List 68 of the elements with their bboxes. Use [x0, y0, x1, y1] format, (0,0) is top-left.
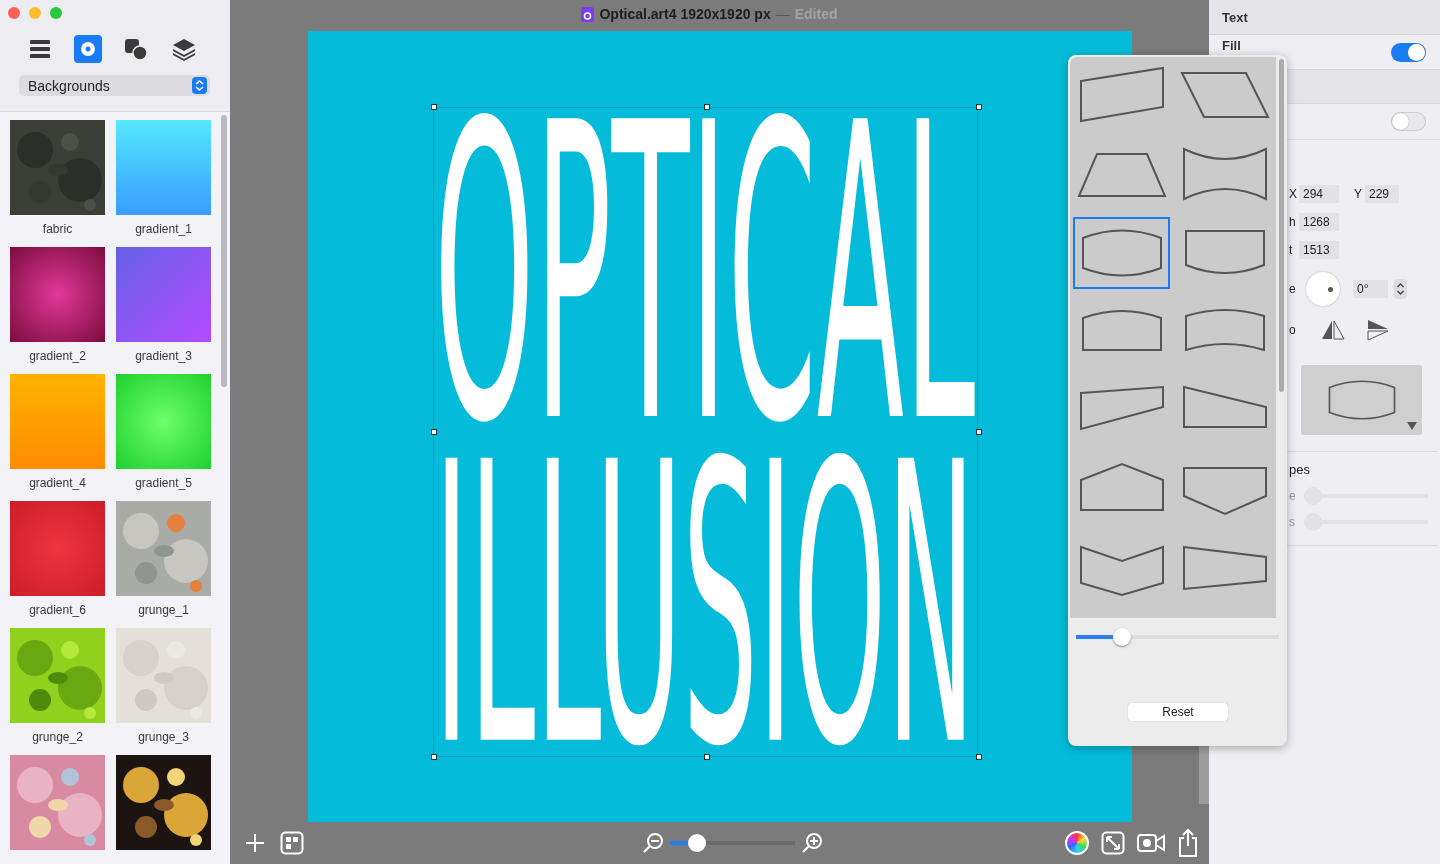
- artwork-text: ILLUSION: [434, 448, 976, 756]
- section-title: pes: [1289, 462, 1311, 477]
- share-icon[interactable]: [1177, 828, 1199, 858]
- background-name: gradient_6: [29, 603, 86, 617]
- gradient-thumbnail[interactable]: [10, 501, 105, 596]
- x-field[interactable]: 294: [1299, 185, 1339, 203]
- toggle-switch[interactable]: [1391, 112, 1426, 131]
- flip-vertical-icon[interactable]: [1367, 319, 1389, 341]
- fill-label: Fill: [1222, 38, 1241, 53]
- color-wheel-button[interactable]: [1065, 831, 1089, 855]
- background-name: gradient_5: [135, 476, 192, 490]
- resize-icon[interactable]: [1101, 831, 1125, 855]
- slider-label: e: [1289, 489, 1297, 503]
- gallery-button[interactable]: [280, 831, 304, 855]
- scrollbar[interactable]: [1279, 59, 1284, 392]
- video-camera-icon[interactable]: [1137, 832, 1165, 854]
- gradient-thumbnail[interactable]: [10, 247, 105, 342]
- background-name: gradient_3: [135, 349, 192, 363]
- field-label: Y: [1354, 187, 1363, 201]
- gradient-thumbnail[interactable]: [116, 247, 211, 342]
- background-name: grunge_1: [138, 603, 189, 617]
- resize-handle[interactable]: [703, 754, 710, 760]
- y-field[interactable]: 229: [1365, 185, 1399, 203]
- gradient-thumbnail[interactable]: [116, 120, 211, 215]
- zoom-out-icon[interactable]: [642, 832, 664, 854]
- background-name: fabric: [42, 222, 73, 236]
- fill-toggle[interactable]: [1391, 42, 1426, 62]
- field-label: t: [1289, 243, 1294, 257]
- background-name: gradient_2: [29, 349, 86, 363]
- dropdown-arrow-icon: [1407, 422, 1417, 430]
- shape-preview[interactable]: [1301, 365, 1422, 435]
- resize-handle[interactable]: [976, 754, 982, 760]
- resize-handle[interactable]: [431, 429, 437, 435]
- resize-handle[interactable]: [976, 104, 982, 110]
- background-name: grunge_2: [32, 730, 83, 744]
- zoom-in-icon[interactable]: [801, 832, 823, 854]
- resize-handle[interactable]: [976, 429, 982, 435]
- angle-field[interactable]: 0°: [1353, 280, 1388, 298]
- title-separator: —: [775, 6, 790, 22]
- resize-handle[interactable]: [431, 754, 437, 760]
- window-title: Optical.art4 1920x1920 px: [599, 6, 771, 22]
- slider-label: s: [1289, 515, 1296, 529]
- background-name: gradient_1: [135, 222, 192, 236]
- resize-handle[interactable]: [431, 104, 437, 110]
- category-dropdown[interactable]: Backgrounds: [19, 75, 210, 96]
- background-name: gradient_4: [29, 476, 86, 490]
- panel-title: Text: [1222, 9, 1248, 25]
- field-label: e: [1289, 282, 1297, 296]
- reset-button[interactable]: Reset: [1128, 703, 1228, 721]
- field-label: X: [1289, 187, 1298, 201]
- background-name: grunge_3: [138, 730, 189, 744]
- field-label: h: [1289, 215, 1297, 229]
- scrollbar[interactable]: [221, 115, 227, 387]
- height-field[interactable]: 1513: [1299, 241, 1339, 259]
- width-field[interactable]: 1268: [1299, 213, 1339, 231]
- close-window-button[interactable]: [8, 7, 20, 19]
- shape-option[interactable]: [1073, 217, 1170, 289]
- stepper-icon: [192, 77, 207, 94]
- add-button[interactable]: [244, 832, 266, 854]
- field-label: o: [1289, 323, 1297, 337]
- resize-handle[interactable]: [703, 104, 710, 110]
- app-icon: [581, 6, 595, 22]
- stepper-icon[interactable]: [1394, 279, 1407, 299]
- gradient-thumbnail[interactable]: [116, 374, 211, 469]
- flip-horizontal-icon[interactable]: [1321, 320, 1345, 340]
- artwork-text: OPTICAL: [434, 108, 976, 433]
- settings-icon[interactable]: [74, 35, 102, 63]
- gradient-thumbnail[interactable]: [10, 374, 105, 469]
